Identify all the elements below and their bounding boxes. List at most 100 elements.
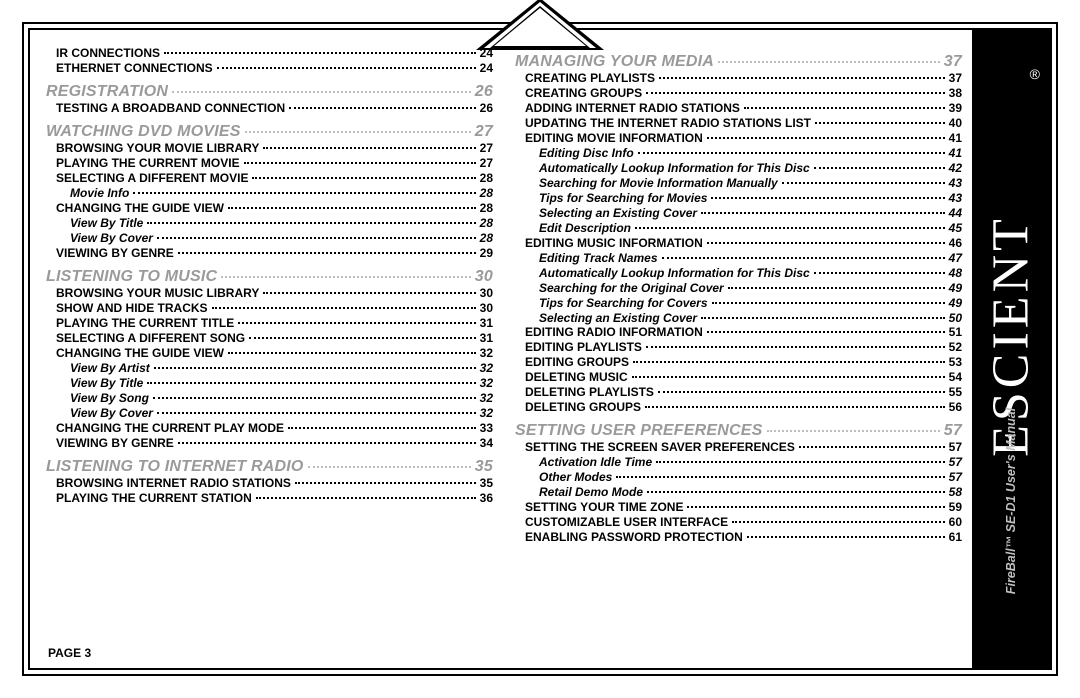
leader-dots — [633, 361, 945, 363]
leader-dots — [147, 222, 475, 224]
toc-entry: BROWSING YOUR MOVIE LIBRARY27 — [46, 141, 493, 156]
toc-page: 30 — [480, 302, 493, 315]
toc-page: 61 — [949, 531, 962, 544]
toc-entry: EDITING MOVIE INFORMATION41 — [515, 131, 962, 146]
toc-entry: Movie Info28 — [46, 186, 493, 201]
toc-label: EDITING MUSIC INFORMATION — [525, 237, 703, 250]
toc-entry: SELECTING A DIFFERENT SONG31 — [46, 331, 493, 346]
leader-dots — [647, 491, 945, 493]
toc-label: EDITING RADIO INFORMATION — [525, 326, 703, 339]
toc-entry: SETTING USER PREFERENCES57 — [515, 421, 962, 440]
toc-label: Tips for Searching for Covers — [539, 297, 708, 310]
toc-page: 27 — [475, 123, 493, 140]
toc-entry: Selecting an Existing Cover44 — [515, 206, 962, 221]
toc-page: 24 — [480, 62, 493, 75]
toc-entry: Editing Track Names47 — [515, 251, 962, 266]
leader-dots — [711, 197, 944, 199]
toc-entry: PLAYING THE CURRENT MOVIE27 — [46, 156, 493, 171]
toc-left-column: IR CONNECTIONS24ETHERNET CONNECTIONS24RE… — [46, 46, 493, 652]
leader-dots — [133, 192, 475, 194]
toc-label: CHANGING THE GUIDE VIEW — [56, 202, 224, 215]
toc-label: View By Song — [70, 392, 149, 405]
toc-entry: CREATING PLAYLISTS37 — [515, 71, 962, 86]
leader-dots — [212, 307, 476, 309]
leader-dots — [228, 207, 476, 209]
toc-page: 54 — [949, 371, 962, 384]
leader-dots — [289, 107, 476, 109]
toc-entry: BROWSING YOUR MUSIC LIBRARY30 — [46, 286, 493, 301]
toc-label: MANAGING YOUR MEDIA — [515, 53, 714, 70]
leader-dots — [221, 276, 470, 278]
registered-icon: ® — [1030, 66, 1040, 82]
toc-entry: VIEWING BY GENRE29 — [46, 246, 493, 261]
leader-dots — [687, 506, 944, 508]
leader-dots — [217, 67, 476, 69]
toc-label: CREATING GROUPS — [525, 87, 642, 100]
leader-dots — [646, 346, 945, 348]
leader-dots — [815, 122, 945, 124]
toc-entry: View By Cover28 — [46, 231, 493, 246]
toc-page: 32 — [480, 407, 493, 420]
toc-entry: Tips for Searching for Covers49 — [515, 296, 962, 311]
leader-dots — [712, 302, 945, 304]
toc-right-column: MANAGING YOUR MEDIA37CREATING PLAYLISTS3… — [515, 46, 962, 652]
leader-dots — [157, 237, 476, 239]
toc-page: 27 — [480, 157, 493, 170]
toc-entry: TESTING A BROADBAND CONNECTION26 — [46, 101, 493, 116]
toc-label: View By Title — [70, 217, 143, 230]
toc-label: EDITING PLAYLISTS — [525, 341, 642, 354]
leader-dots — [153, 397, 476, 399]
toc-page: 57 — [944, 422, 962, 439]
toc-label: View By Title — [70, 377, 143, 390]
toc-label: CHANGING THE GUIDE VIEW — [56, 347, 224, 360]
toc-page: 53 — [949, 356, 962, 369]
toc-label: Searching for Movie Information Manually — [539, 177, 778, 190]
toc-page: 48 — [949, 267, 962, 280]
toc-page: 28 — [480, 232, 493, 245]
toc-page: 32 — [480, 347, 493, 360]
leader-dots — [632, 376, 945, 378]
leader-dots — [814, 167, 945, 169]
toc-page: 42 — [949, 162, 962, 175]
toc-page: 52 — [949, 341, 962, 354]
leader-dots — [263, 147, 475, 149]
toc-label: BROWSING YOUR MOVIE LIBRARY — [56, 142, 259, 155]
toc-entry: SETTING YOUR TIME ZONE59 — [515, 500, 962, 515]
toc-label: SHOW AND HIDE TRACKS — [56, 302, 208, 315]
leader-dots — [616, 476, 944, 478]
toc-page: 32 — [480, 392, 493, 405]
leader-dots — [782, 182, 945, 184]
toc-entry: View By Song 32 — [46, 391, 493, 406]
toc-entry: BROWSING INTERNET RADIO STATIONS35 — [46, 476, 493, 491]
leader-dots — [308, 466, 471, 468]
leader-dots — [295, 482, 476, 484]
toc-entry: View By Artist32 — [46, 361, 493, 376]
toc-label: VIEWING BY GENRE — [56, 247, 174, 260]
toc-label: BROWSING YOUR MUSIC LIBRARY — [56, 287, 259, 300]
toc-page: 32 — [480, 377, 493, 390]
toc-page: 33 — [480, 422, 493, 435]
toc-entry: SELECTING A DIFFERENT MOVIE28 — [46, 171, 493, 186]
toc-entry: CHANGING THE GUIDE VIEW 28 — [46, 201, 493, 216]
toc-page: 28 — [480, 202, 493, 215]
leader-dots — [701, 317, 945, 319]
toc-entry: Automatically Lookup Information for Thi… — [515, 161, 962, 176]
toc-entry: IR CONNECTIONS24 — [46, 46, 493, 61]
toc-label: Searching for the Original Cover — [539, 282, 724, 295]
toc-entry: ETHERNET CONNECTIONS24 — [46, 61, 493, 76]
toc-page: 43 — [949, 177, 962, 190]
leader-dots — [263, 292, 475, 294]
toc-entry: Automatically Lookup Information for Thi… — [515, 266, 962, 281]
toc-page: 51 — [949, 326, 962, 339]
toc-entry: CHANGING THE CURRENT PLAY MODE33 — [46, 421, 493, 436]
toc-entry: Activation Idle Time57 — [515, 455, 962, 470]
toc-page: 46 — [949, 237, 962, 250]
toc-page: 60 — [949, 516, 962, 529]
toc-label: DELETING MUSIC — [525, 371, 628, 384]
toc-entry: PLAYING THE CURRENT STATION36 — [46, 491, 493, 506]
toc-entry: View By Title 32 — [46, 376, 493, 391]
toc-page: 31 — [480, 332, 493, 345]
toc-entry: WATCHING DVD MOVIES27 — [46, 122, 493, 141]
toc-entry: SETTING THE SCREEN SAVER PREFERENCES57 — [515, 440, 962, 455]
toc-page: 59 — [949, 501, 962, 514]
